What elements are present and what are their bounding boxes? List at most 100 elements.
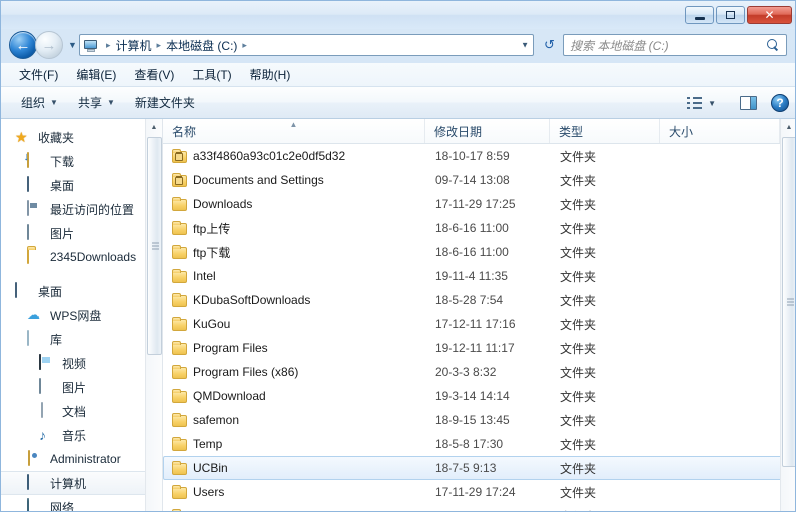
sidebar-item-videos[interactable]: 视频 [1, 351, 162, 375]
table-row[interactable]: Documents and Settings 09-7-14 13:08 文件夹 [163, 168, 795, 192]
sidebar-item-documents[interactable]: 文档 [1, 399, 162, 423]
change-view-button[interactable]: ▼ [676, 92, 726, 115]
sidebar-item-recent-places[interactable]: 最近访问的位置 [1, 197, 162, 221]
menu-tools[interactable]: 工具(T) [183, 64, 240, 85]
sidebar-item-network[interactable]: 网络 [1, 495, 162, 511]
sidebar-item-2345downloads[interactable]: 2345Downloads [1, 245, 162, 269]
table-row[interactable]: Program Files (x86) 20-3-3 8:32 文件夹 [163, 360, 795, 384]
sidebar-item-desktop-fav[interactable]: 桌面 [1, 173, 162, 197]
sort-ascending-icon: ▲ [289, 120, 298, 129]
sidebar-item-wps-cloud[interactable]: ☁ WPS网盘 [1, 303, 162, 327]
cell-name: Temp [164, 437, 426, 451]
pictures-icon [39, 378, 56, 395]
table-row[interactable]: QMDownload 19-3-14 14:14 文件夹 [163, 384, 795, 408]
folder-icon [172, 269, 187, 283]
cell-date: 18-6-16 11:00 [435, 221, 509, 235]
table-row[interactable]: Temp 18-5-8 17:30 文件夹 [163, 432, 795, 456]
minimize-button[interactable] [685, 6, 714, 24]
column-header-type[interactable]: 类型 [550, 119, 660, 143]
scrollbar-thumb[interactable] [782, 137, 795, 467]
table-row[interactable]: KuGou 17-12-11 17:16 文件夹 [163, 312, 795, 336]
search-input[interactable]: 搜索 本地磁盘 (C:) [570, 37, 767, 54]
chevron-down-icon: ▼ [708, 98, 716, 108]
forward-button[interactable]: → [35, 31, 63, 59]
navigation-pane: ★ 收藏夹 下载 桌面 最近访问的位置 图片 [1, 119, 163, 511]
address-dropdown-icon[interactable]: ▼ [521, 41, 529, 50]
refresh-button[interactable]: ↺ [539, 35, 560, 55]
scroll-up-icon[interactable]: ▲ [781, 119, 795, 136]
back-button[interactable]: ← [9, 31, 37, 59]
cell-type: 文件夹 [560, 173, 597, 188]
preview-pane-button[interactable] [730, 92, 767, 114]
sidebar-item-libraries[interactable]: 库 [1, 327, 162, 351]
sidebar-item-pictures-fav[interactable]: 图片 [1, 221, 162, 245]
cell-name: safemon [164, 413, 426, 427]
cell-name: KDubaSoftDownloads [164, 293, 426, 307]
sidebar-item-pictures[interactable]: 图片 [1, 375, 162, 399]
cell-date: 19-11-4 11:35 [435, 269, 508, 283]
cell-type: 文件夹 [560, 149, 597, 164]
table-row[interactable]: Windows 20-3-5 13:32 文件夹 [163, 504, 795, 511]
close-button[interactable]: ✕ [747, 6, 792, 24]
table-row[interactable]: Program Files 19-12-11 11:17 文件夹 [163, 336, 795, 360]
address-bar[interactable]: ▸ 计算机 ▸ 本地磁盘 (C:) ▸ ▼ [79, 34, 534, 56]
column-label-size: 大小 [669, 124, 694, 139]
nav-buttons: ← → ▼ [9, 31, 77, 59]
table-row[interactable]: Users 17-11-29 17:24 文件夹 [163, 480, 795, 504]
menu-view[interactable]: 查看(V) [125, 64, 183, 85]
menu-edit[interactable]: 编辑(E) [67, 64, 125, 85]
file-list-scrollbar[interactable]: ▲ [780, 119, 795, 511]
sidebar-item-desktop[interactable]: 桌面 [1, 279, 162, 303]
column-header-size[interactable]: 大小 [660, 119, 780, 143]
history-dropdown-button[interactable]: ▼ [68, 40, 77, 50]
folder-icon [172, 221, 187, 235]
sidebar-item-administrator[interactable]: Administrator [1, 447, 162, 471]
maximize-button[interactable] [716, 6, 745, 24]
table-row[interactable]: Downloads 17-11-29 17:25 文件夹 [163, 192, 795, 216]
cell-type: 文件夹 [560, 221, 597, 236]
organize-button[interactable]: 组织 ▼ [11, 90, 68, 115]
folder-icon [172, 317, 187, 331]
search-icon [767, 38, 780, 52]
column-header-date[interactable]: 修改日期 [425, 119, 550, 143]
scroll-up-icon[interactable]: ▲ [146, 119, 162, 136]
menu-file[interactable]: 文件(F) [10, 64, 67, 85]
breadcrumb-item-0[interactable]: 计算机 [116, 37, 152, 54]
folder-icon [172, 437, 187, 451]
table-row-selected[interactable]: UCBin 18-7-5 9:13 文件夹 [163, 456, 795, 480]
new-folder-button[interactable]: 新建文件夹 [125, 90, 205, 115]
table-row[interactable]: ftp下载 18-6-16 11:00 文件夹 [163, 240, 795, 264]
desktop-icon [27, 176, 44, 193]
chevron-down-icon: ▼ [106, 98, 115, 107]
table-row[interactable]: Intel 19-11-4 11:35 文件夹 [163, 264, 795, 288]
table-row[interactable]: ftp上传 18-6-16 11:00 文件夹 [163, 216, 795, 240]
sidebar-item-computer[interactable]: 计算机 [1, 471, 162, 495]
sidebar-item-favorites[interactable]: ★ 收藏夹 [1, 125, 162, 149]
breadcrumb-separator-0: ▸ [106, 39, 111, 50]
menu-bar: 文件(F) 编辑(E) 查看(V) 工具(T) 帮助(H) [1, 63, 795, 87]
scrollbar-thumb[interactable] [147, 137, 162, 355]
share-button[interactable]: 共享 ▼ [68, 90, 125, 115]
sidebar-item-music[interactable]: ♪ 音乐 [1, 423, 162, 447]
file-rows: a33f4860a93c01c2e0df5d32 18-10-17 8:59 文… [163, 144, 795, 511]
sidebar-item-downloads[interactable]: 下载 [1, 149, 162, 173]
file-name: a33f4860a93c01c2e0df5d32 [193, 149, 346, 163]
sidebar-item-label: 音乐 [62, 428, 87, 443]
breadcrumb-separator-2[interactable]: ▸ [242, 40, 247, 51]
table-row[interactable]: safemon 18-9-15 13:45 文件夹 [163, 408, 795, 432]
sidebar-group-spacer [1, 269, 162, 279]
navigation-pane-scrollbar[interactable]: ▲ [145, 119, 162, 511]
breadcrumb-item-1[interactable]: 本地磁盘 (C:) [166, 37, 237, 54]
folder-icon [172, 413, 187, 427]
search-box[interactable]: 搜索 本地磁盘 (C:) [563, 34, 787, 56]
folder-icon [172, 245, 187, 259]
help-button[interactable]: ? [771, 94, 789, 112]
table-row[interactable]: a33f4860a93c01c2e0df5d32 18-10-17 8:59 文… [163, 144, 795, 168]
cell-date: 19-3-14 14:14 [435, 389, 510, 403]
menu-help[interactable]: 帮助(H) [241, 64, 300, 85]
table-row[interactable]: KDubaSoftDownloads 18-5-28 7:54 文件夹 [163, 288, 795, 312]
folder-icon [27, 248, 44, 265]
sidebar-item-label: 计算机 [50, 476, 87, 491]
column-header-name[interactable]: 名称 ▲ [163, 119, 425, 143]
user-icon [27, 450, 44, 467]
